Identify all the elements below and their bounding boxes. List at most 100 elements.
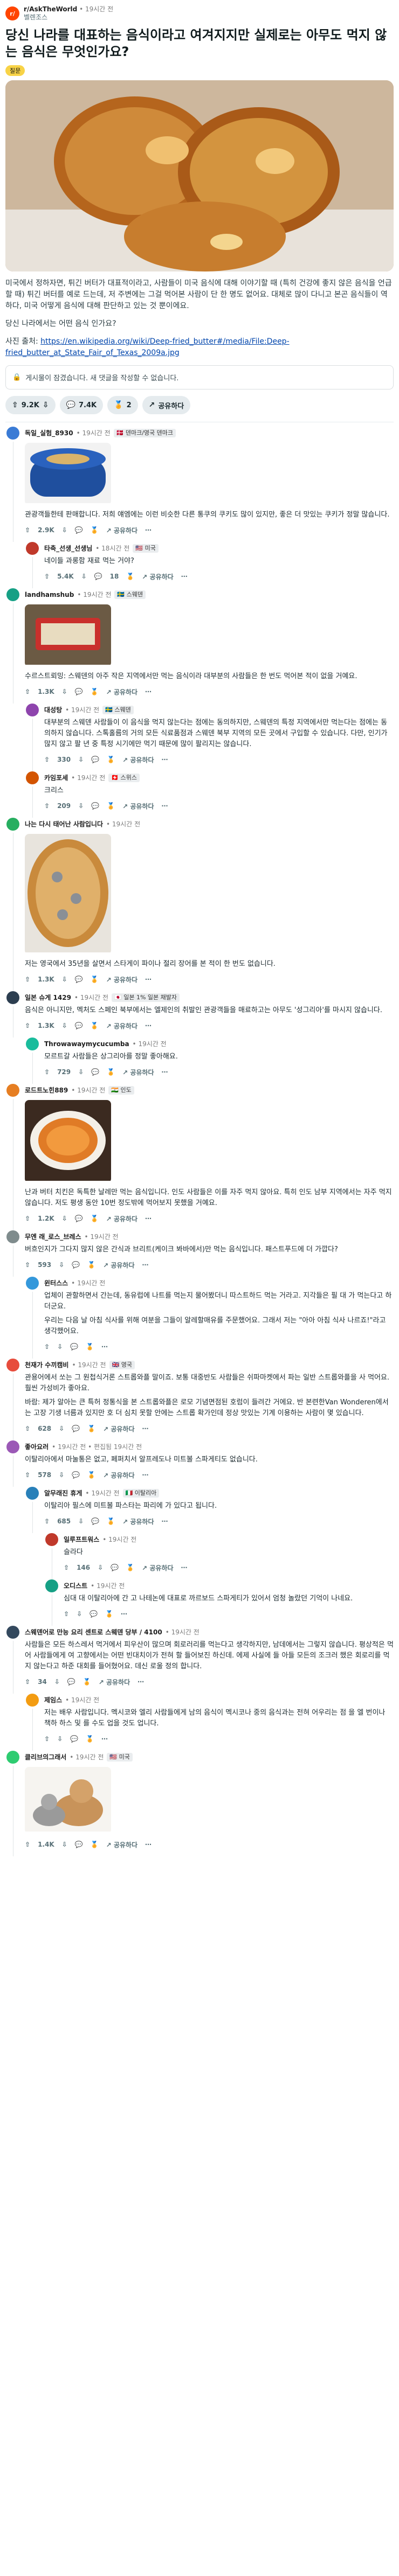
share-button[interactable]: ↗ 공유하다 <box>106 526 137 535</box>
award-icon[interactable]: 🏅 <box>107 1068 115 1076</box>
avatar[interactable] <box>6 1230 19 1243</box>
more-icon[interactable]: ⋯ <box>142 1471 149 1479</box>
upvote-icon[interactable]: ⇧ <box>12 401 18 409</box>
reply-icon[interactable]: 💬 <box>75 976 83 983</box>
post-flair[interactable]: 질문 <box>5 65 25 76</box>
upvote-icon[interactable]: ⇧ <box>25 688 30 695</box>
comment-image[interactable] <box>25 834 111 955</box>
reply-icon[interactable]: 💬 <box>91 1068 99 1076</box>
source-link[interactable]: https://en.wikipedia.org/wiki/Deep-fried… <box>5 337 290 357</box>
upvote-icon[interactable]: ⇧ <box>25 1678 30 1686</box>
comment-image[interactable] <box>25 604 111 667</box>
reply-icon[interactable]: 💬 <box>70 1343 78 1350</box>
comment-username[interactable]: 로드트노힌889 <box>25 1084 68 1097</box>
avatar[interactable] <box>26 1277 39 1290</box>
downvote-icon[interactable]: ⇩ <box>77 1610 82 1618</box>
downvote-icon[interactable]: ⇩ <box>54 1678 60 1686</box>
thread-line[interactable] <box>32 1709 33 1751</box>
downvote-icon[interactable]: ⇩ <box>78 1068 84 1076</box>
more-icon[interactable]: ⋯ <box>181 573 188 580</box>
reply-icon[interactable]: 💬 <box>72 1261 80 1269</box>
award-icon[interactable]: 🏅 <box>91 1022 99 1029</box>
comment-image[interactable] <box>25 1100 111 1183</box>
share-button[interactable]: ↗ 공유하다 <box>103 1471 134 1480</box>
upvote-icon[interactable]: ⇧ <box>25 526 30 534</box>
share-button[interactable]: ↗ 공유하다 <box>142 1563 173 1572</box>
award-button[interactable]: 🏅 2 <box>107 396 138 414</box>
more-icon[interactable]: ⋯ <box>101 1343 108 1350</box>
share-button[interactable]: ↗ 공유하다 <box>106 975 137 984</box>
more-icon[interactable]: ⋯ <box>137 1678 144 1686</box>
reply-icon[interactable]: 💬 <box>111 1564 119 1571</box>
share-button[interactable]: ↗ 공유하다 <box>106 687 137 697</box>
share-button[interactable]: ↗ 공유하다 <box>142 572 173 581</box>
comments-button[interactable]: 💬 7.4K <box>59 396 104 414</box>
upvote-icon[interactable]: ⇧ <box>44 1517 50 1525</box>
award-icon[interactable]: 🏅 <box>83 1678 91 1686</box>
share-button[interactable]: ↗ 공유하다 <box>106 1214 137 1223</box>
downvote-icon[interactable]: ⇩ <box>78 1517 84 1525</box>
comment-username[interactable]: 나는 다시 태어난 사람입니다 <box>25 818 103 831</box>
reply-icon[interactable]: 💬 <box>91 1517 99 1525</box>
post-image-deep-fried-butter[interactable] <box>5 80 394 271</box>
comment-username[interactable]: 대성탕 <box>44 704 62 716</box>
upvote-icon[interactable]: ⇧ <box>64 1610 69 1618</box>
more-icon[interactable]: ⋯ <box>162 1068 168 1076</box>
share-button[interactable]: ↗ 공유하다 <box>106 1021 137 1031</box>
reply-icon[interactable]: 💬 <box>91 802 99 810</box>
downvote-icon[interactable]: ⇩ <box>62 688 67 695</box>
more-icon[interactable]: ⋯ <box>145 1215 152 1222</box>
share-button[interactable]: ↗ 공유하다 <box>142 396 191 414</box>
avatar[interactable] <box>26 1694 39 1707</box>
reply-icon[interactable]: 💬 <box>94 573 102 580</box>
reply-icon[interactable]: 💬 <box>75 1022 83 1029</box>
avatar[interactable] <box>45 1533 58 1546</box>
reply-icon[interactable]: 💬 <box>72 1471 80 1479</box>
upvote-icon[interactable]: ⇧ <box>44 1735 50 1743</box>
award-icon[interactable]: 🏅 <box>87 1425 95 1432</box>
upvote-icon[interactable]: ⇧ <box>44 1343 50 1350</box>
award-icon[interactable]: 🏅 <box>86 1735 94 1743</box>
reply-icon[interactable]: 💬 <box>75 688 83 695</box>
reply-icon[interactable]: 💬 <box>75 1841 83 1848</box>
comment-username[interactable]: 일루프트워스 <box>64 1533 99 1546</box>
avatar[interactable] <box>6 991 19 1004</box>
downvote-icon[interactable]: ⇩ <box>57 1343 63 1350</box>
award-icon[interactable]: 🏅 <box>91 1215 99 1222</box>
share-button[interactable]: ↗ 공유하다 <box>122 755 154 764</box>
more-icon[interactable]: ⋯ <box>145 688 152 695</box>
downvote-icon[interactable]: ⇩ <box>62 526 67 534</box>
downvote-icon[interactable]: ⇩ <box>43 401 49 409</box>
comment-username[interactable]: 제임스 <box>44 1694 62 1707</box>
downvote-icon[interactable]: ⇩ <box>62 1215 67 1222</box>
upvote-icon[interactable]: ⇧ <box>25 1425 30 1432</box>
downvote-icon[interactable]: ⇩ <box>62 976 67 983</box>
avatar[interactable] <box>6 427 19 440</box>
comment-username[interactable]: 클리브의그래서 <box>25 1751 66 1764</box>
upvote-icon[interactable]: ⇧ <box>44 1068 50 1076</box>
thread-line[interactable] <box>32 1053 33 1084</box>
more-icon[interactable]: ⋯ <box>101 1735 108 1743</box>
reply-icon[interactable]: 💬 <box>91 756 99 763</box>
award-icon[interactable]: 🏅 <box>91 1841 99 1848</box>
more-icon[interactable]: ⋯ <box>181 1564 188 1571</box>
award-icon[interactable]: 🏅 <box>107 756 115 763</box>
downvote-icon[interactable]: ⇩ <box>62 1022 67 1029</box>
avatar[interactable] <box>26 771 39 784</box>
more-icon[interactable]: ⋯ <box>162 1517 168 1525</box>
upvote-icon[interactable]: ⇧ <box>44 573 50 580</box>
more-icon[interactable]: ⋯ <box>145 976 152 983</box>
reply-icon[interactable]: 💬 <box>90 1610 98 1618</box>
award-icon[interactable]: 🏅 <box>91 526 99 534</box>
reply-icon[interactable]: 💬 <box>70 1735 78 1743</box>
post-author[interactable]: 벨렌조스 <box>24 13 113 22</box>
avatar[interactable] <box>26 704 39 716</box>
reply-icon[interactable]: 💬 <box>75 526 83 534</box>
upvote-icon[interactable]: ⇧ <box>44 802 50 810</box>
vote-pill[interactable]: ⇧ 9.2K ⇩ <box>5 396 56 414</box>
upvote-icon[interactable]: ⇧ <box>25 1261 30 1269</box>
comment-username[interactable]: 독일_실험_8930 <box>25 427 73 440</box>
more-icon[interactable]: ⋯ <box>162 802 168 810</box>
avatar[interactable] <box>26 1038 39 1050</box>
comment-username[interactable]: 일본 슈게 1429 <box>25 991 71 1004</box>
